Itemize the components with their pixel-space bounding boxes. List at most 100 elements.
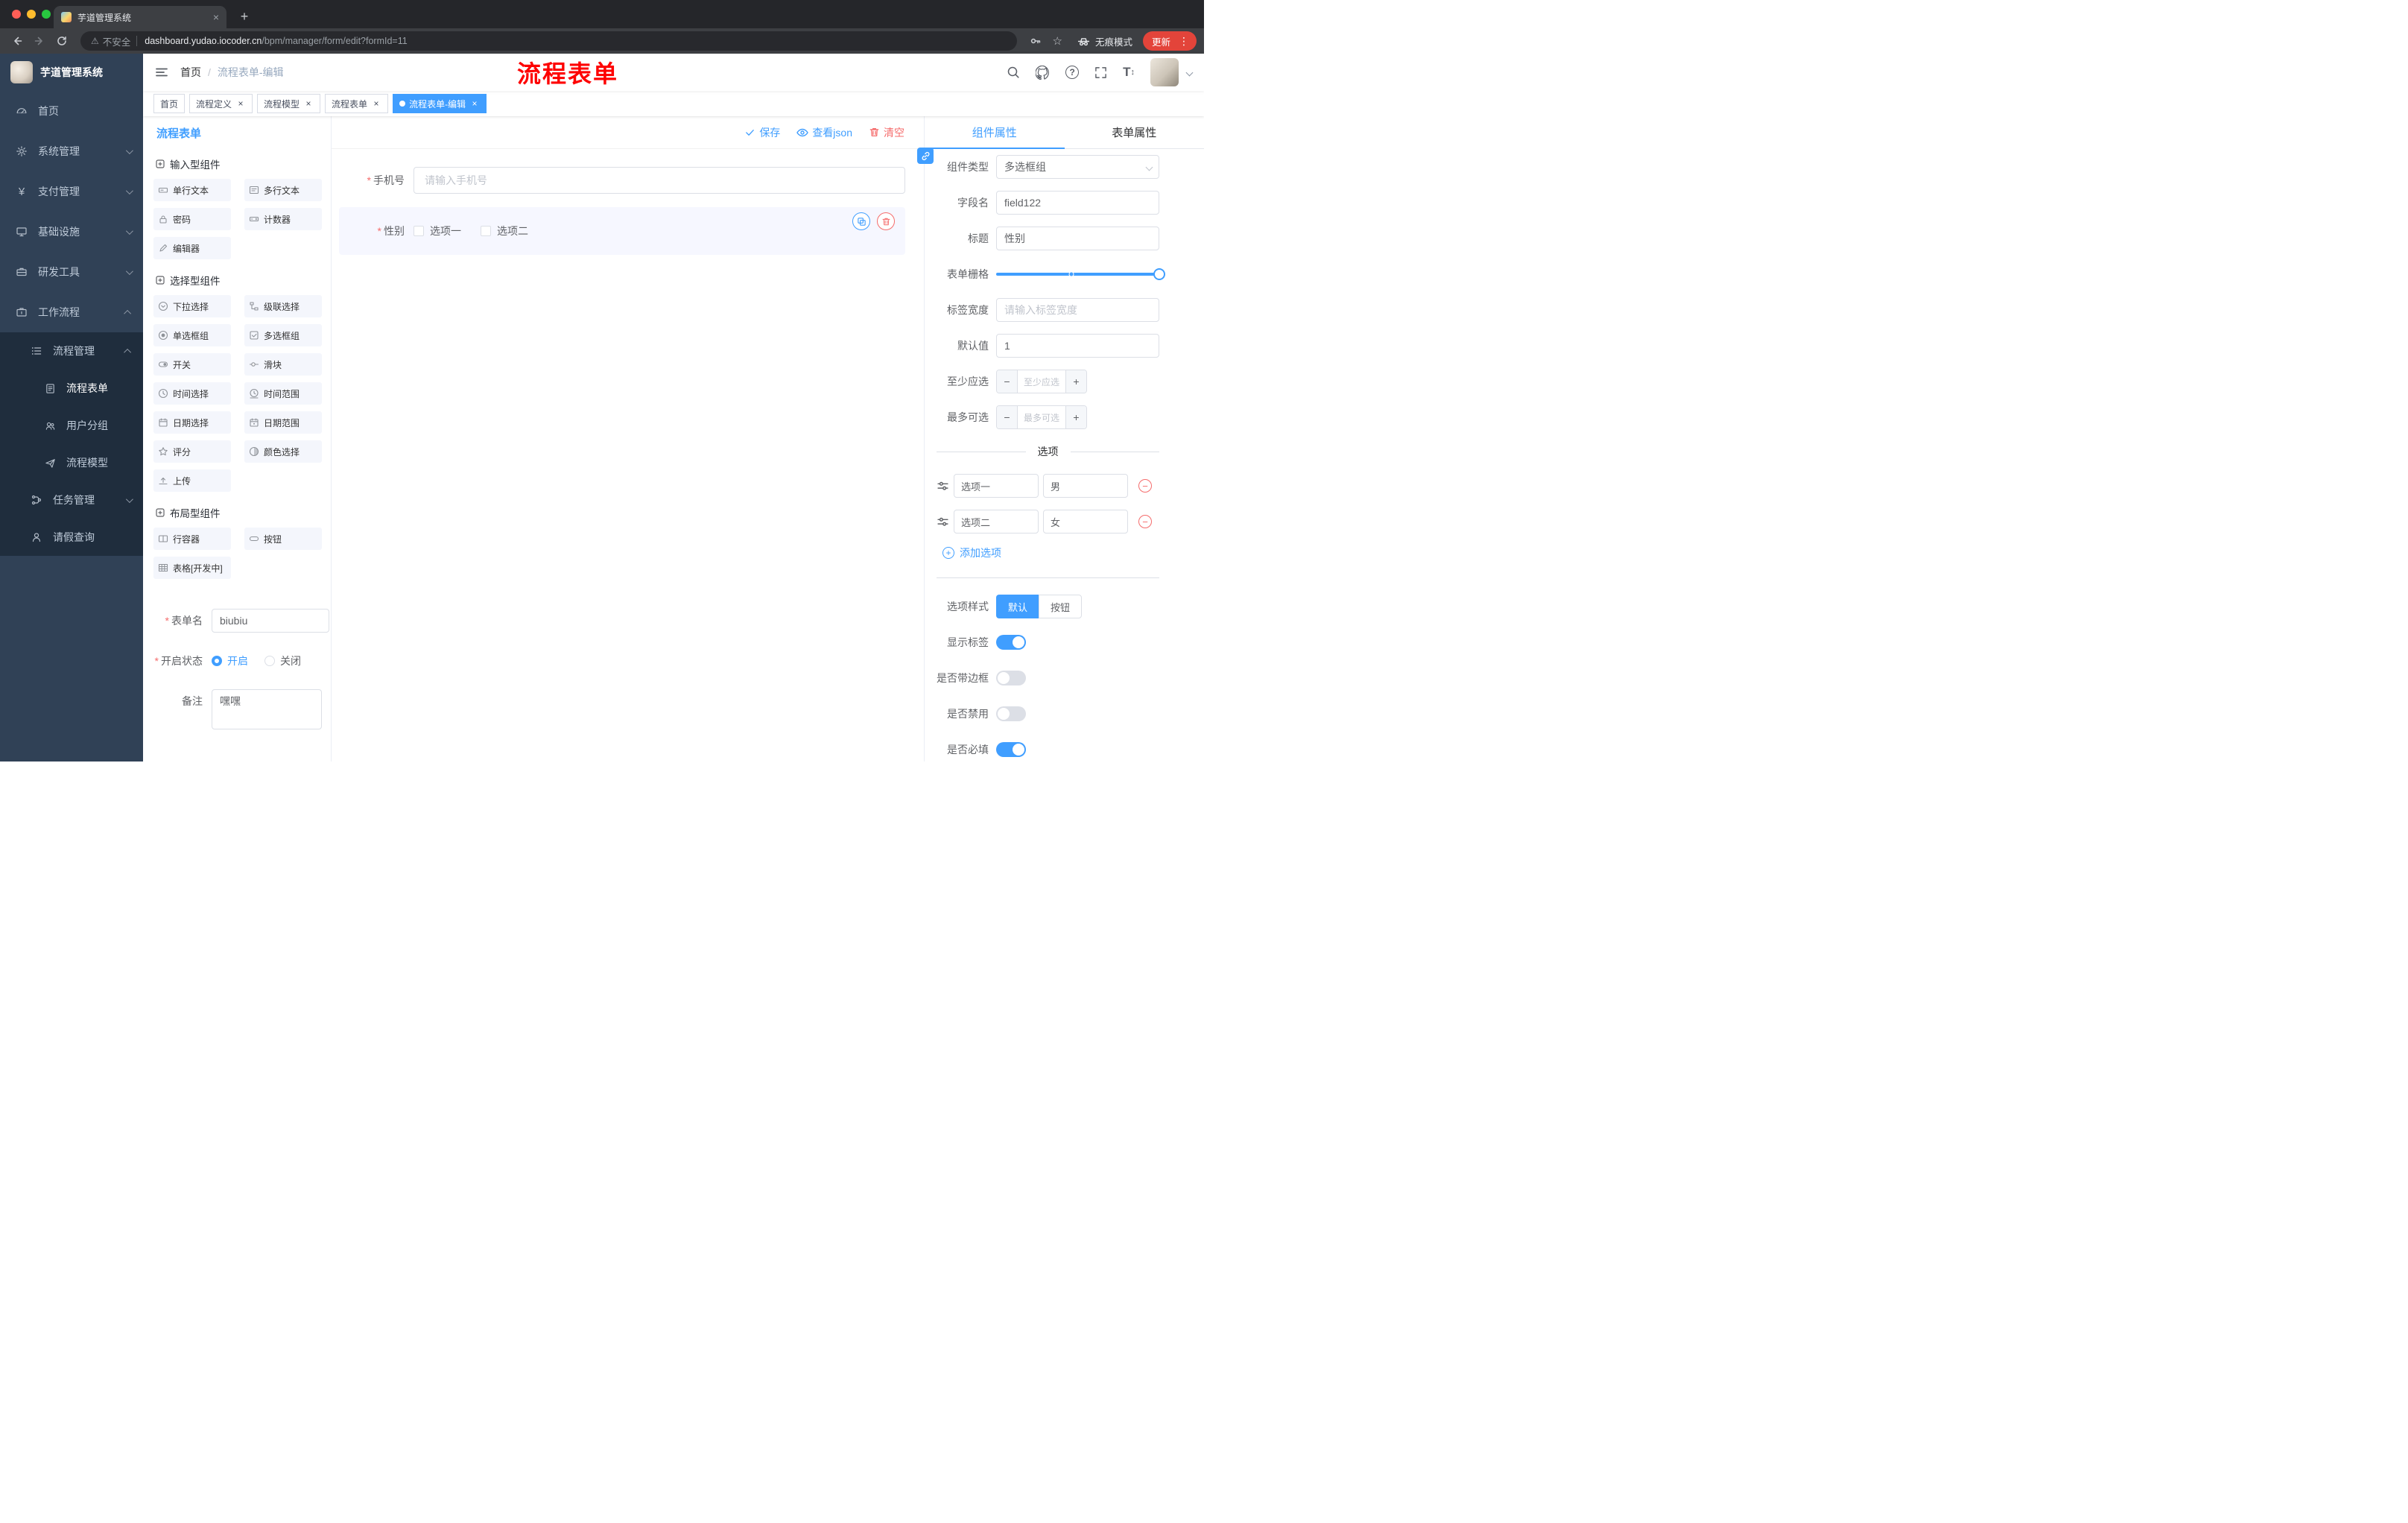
phone-input[interactable] xyxy=(414,167,905,194)
label-width-input[interactable] xyxy=(996,298,1159,322)
save-button[interactable]: 保存 xyxy=(744,125,780,140)
tag-process-form[interactable]: 流程表单 × xyxy=(325,94,389,113)
link-badge-button[interactable] xyxy=(917,148,934,164)
form-remark-textarea[interactable]: 嘿嘿 xyxy=(212,689,322,729)
sidebar-item-payment[interactable]: ¥ 支付管理 xyxy=(0,171,143,212)
palette-item-time-picker[interactable]: 时间选择 xyxy=(153,382,231,405)
tag-close-icon[interactable]: × xyxy=(303,98,314,109)
field-name-input[interactable] xyxy=(996,191,1159,215)
user-avatar[interactable] xyxy=(1150,58,1179,86)
sidebar-item-user-groups[interactable]: 用户分组 xyxy=(0,407,143,444)
decrease-button[interactable]: − xyxy=(997,370,1018,393)
palette-item-button[interactable]: 按钮 xyxy=(244,528,322,550)
palette-item-counter[interactable]: 计数器 xyxy=(244,208,322,230)
min-select-value[interactable]: 至少应选 xyxy=(1018,370,1065,393)
remove-option-button[interactable]: − xyxy=(1138,515,1152,528)
palette-item-time-range[interactable]: 时间范围 xyxy=(244,382,322,405)
form-canvas[interactable]: *手机号 *性别 选项一 选项二 xyxy=(332,149,924,762)
status-on-radio[interactable]: 开启 xyxy=(212,653,248,668)
password-key-icon[interactable] xyxy=(1026,31,1045,51)
required-toggle[interactable] xyxy=(996,742,1026,757)
decrease-button[interactable]: − xyxy=(997,406,1018,428)
tag-process-definition[interactable]: 流程定义 × xyxy=(189,94,253,113)
back-button[interactable] xyxy=(7,31,27,51)
widget-copy-button[interactable] xyxy=(852,212,870,230)
option2-value-input[interactable] xyxy=(1043,510,1128,533)
tag-home[interactable]: 首页 xyxy=(153,94,186,113)
sidebar-item-leave-query[interactable]: 请假查询 xyxy=(0,519,143,556)
tag-close-icon[interactable]: × xyxy=(371,98,381,109)
gender-option1-checkbox[interactable]: 选项一 xyxy=(414,224,461,238)
palette-item-date-range[interactable]: 日期范围 xyxy=(244,411,322,434)
address-bar[interactable]: ⚠ 不安全 dashboard.yudao.iocoder.cn /bpm/ma… xyxy=(80,31,1017,51)
browser-update-button[interactable]: 更新 ⋮ xyxy=(1142,31,1197,51)
sidebar-item-process-model[interactable]: 流程模型 xyxy=(0,444,143,481)
option2-label-input[interactable] xyxy=(954,510,1039,533)
tag-process-model[interactable]: 流程模型 × xyxy=(257,94,321,113)
search-icon[interactable] xyxy=(1007,66,1020,79)
increase-button[interactable]: + xyxy=(1065,370,1086,393)
palette-item-single-line-text[interactable]: 单行文本 xyxy=(153,179,231,201)
window-zoom-button[interactable] xyxy=(42,10,51,19)
tag-close-icon[interactable]: × xyxy=(235,98,246,109)
breadcrumb-home[interactable]: 首页 xyxy=(180,65,201,80)
show-label-toggle[interactable] xyxy=(996,635,1026,650)
palette-item-cascader[interactable]: 级联选择 xyxy=(244,295,322,317)
help-icon[interactable]: ? xyxy=(1065,66,1080,79)
user-dropdown-caret-icon[interactable] xyxy=(1185,69,1194,76)
grid-slider[interactable] xyxy=(996,268,1165,280)
sidebar-item-process-management[interactable]: 流程管理 xyxy=(0,332,143,370)
palette-item-radio-group[interactable]: 单选框组 xyxy=(153,324,231,346)
window-close-button[interactable] xyxy=(12,10,21,19)
sidebar-item-devtools[interactable]: 研发工具 xyxy=(0,252,143,292)
reload-button[interactable] xyxy=(52,31,72,51)
tag-process-form-edit[interactable]: 流程表单-编辑 × xyxy=(393,94,487,113)
component-type-select[interactable] xyxy=(996,155,1159,179)
palette-item-row-container[interactable]: 行容器 xyxy=(153,528,231,550)
tab-close-icon[interactable]: × xyxy=(213,12,219,22)
style-default-button[interactable]: 默认 xyxy=(996,595,1039,618)
palette-item-color-picker[interactable]: 颜色选择 xyxy=(244,440,322,463)
tab-component-props[interactable]: 组件属性 xyxy=(925,116,1065,149)
add-option-button[interactable]: + 添加选项 xyxy=(942,545,1159,560)
sidebar-item-infrastructure[interactable]: 基础设施 xyxy=(0,212,143,252)
clear-button[interactable]: 清空 xyxy=(869,125,904,140)
default-value-input[interactable] xyxy=(996,334,1159,358)
gender-option2-checkbox[interactable]: 选项二 xyxy=(481,224,528,238)
window-minimize-button[interactable] xyxy=(27,10,36,19)
bookmark-star-icon[interactable]: ☆ xyxy=(1053,34,1062,48)
remove-option-button[interactable]: − xyxy=(1138,479,1152,493)
sidebar-item-home[interactable]: 首页 xyxy=(0,91,143,131)
sidebar-item-task-management[interactable]: 任务管理 xyxy=(0,481,143,519)
sidebar-item-workflow[interactable]: 工作流程 xyxy=(0,292,143,332)
tab-form-props[interactable]: 表单属性 xyxy=(1065,116,1205,148)
palette-item-slider[interactable]: 滑块 xyxy=(244,353,322,376)
drag-handle-icon[interactable] xyxy=(937,480,949,493)
palette-item-checkbox-group[interactable]: 多选框组 xyxy=(244,324,322,346)
palette-item-rate[interactable]: 评分 xyxy=(153,440,231,463)
palette-item-switch[interactable]: 开关 xyxy=(153,353,231,376)
slider-handle[interactable] xyxy=(1153,268,1165,280)
palette-item-editor[interactable]: 编辑器 xyxy=(153,237,231,259)
style-button-button[interactable]: 按钮 xyxy=(1039,595,1083,618)
max-select-value[interactable]: 最多可选 xyxy=(1018,406,1065,428)
hamburger-icon[interactable] xyxy=(143,66,180,79)
status-off-radio[interactable]: 关闭 xyxy=(264,653,301,668)
security-label[interactable]: 不安全 xyxy=(103,34,131,48)
border-toggle[interactable] xyxy=(996,671,1026,685)
tag-close-icon[interactable]: × xyxy=(469,98,480,109)
option1-value-input[interactable] xyxy=(1043,474,1128,498)
title-input[interactable] xyxy=(996,227,1159,250)
increase-button[interactable]: + xyxy=(1065,406,1086,428)
palette-item-password[interactable]: 密码 xyxy=(153,208,231,230)
palette-item-upload[interactable]: 上传 xyxy=(153,469,231,492)
form-name-input[interactable] xyxy=(212,609,329,633)
forward-button[interactable] xyxy=(30,31,49,51)
new-tab-button[interactable]: + xyxy=(235,10,253,23)
sidebar-logo[interactable]: 芋道管理系统 xyxy=(0,54,143,91)
phone-field-row[interactable]: * 手机号 xyxy=(339,167,905,194)
font-size-icon[interactable]: T ↕ xyxy=(1123,65,1135,80)
palette-item-select[interactable]: 下拉选择 xyxy=(153,295,231,317)
gender-widget-selected[interactable]: * 性别 选项一 选项二 xyxy=(339,207,905,255)
palette-item-table[interactable]: 表格[开发中] xyxy=(153,557,231,579)
